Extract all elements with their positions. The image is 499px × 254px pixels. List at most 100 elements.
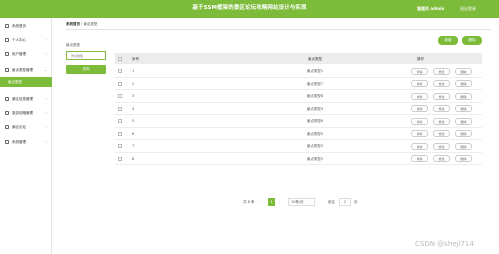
edit-button[interactable]: 修改: [433, 92, 450, 100]
sidebar-item-label: 景区论坛: [12, 125, 26, 129]
detail-button[interactable]: 详情: [411, 130, 428, 137]
logout-link[interactable]: 退出登录: [460, 6, 476, 12]
row-checkbox[interactable]: [118, 156, 122, 161]
row-checkbox[interactable]: [118, 106, 122, 111]
sidebar-item-scenic-info[interactable]: 景区信息管理 ›: [0, 93, 52, 105]
row-delete-button[interactable]: 删除: [455, 92, 472, 100]
row-delete-button[interactable]: 删除: [455, 67, 472, 75]
row-checkbox[interactable]: [118, 94, 122, 98]
table-row: 4 景点类型4 详情 修改 删除: [115, 103, 482, 115]
row-delete-button[interactable]: 删除: [455, 142, 472, 150]
chevron-right-icon: ›: [45, 110, 47, 115]
table-header: 序号 景点类型 操作: [115, 53, 482, 64]
watermark: CSDN @sheji714: [415, 240, 474, 248]
sidebar: 系统首页 个人中心 › 用户管理 › 景点类型管理 ⌄ 景点类型 景区信息管理 …: [0, 18, 52, 254]
delete-button[interactable]: 删除: [462, 36, 482, 45]
page-number-current[interactable]: 1: [268, 198, 275, 206]
prev-page-button[interactable]: ‹: [261, 198, 262, 206]
top-bar: 基于SSM框架的景区论坛攻略网站设计与实现 管理员 admin 退出登录: [0, 0, 499, 18]
detail-button[interactable]: 详情: [411, 155, 428, 162]
sidebar-item-profile[interactable]: 个人中心 ›: [0, 34, 52, 46]
cell-name: 景点类型4: [306, 106, 324, 111]
table-row: 6 景点类型5 详情 修改 删除: [115, 128, 482, 140]
edit-button[interactable]: 修改: [433, 67, 450, 75]
sidebar-item-scenic-type[interactable]: 景点类型管理 ⌄: [0, 64, 52, 76]
chevron-right-icon: ›: [45, 96, 47, 101]
sidebar-item-label: 旅游攻略管理: [12, 111, 33, 115]
cell-no: 3: [132, 94, 135, 98]
row-checkbox[interactable]: [118, 69, 122, 73]
cell-no: 5: [132, 119, 135, 123]
goto-page-input[interactable]: 1: [339, 198, 351, 206]
row-delete-button[interactable]: 删除: [455, 105, 472, 112]
edit-button[interactable]: 修改: [433, 142, 450, 150]
detail-button[interactable]: 详情: [411, 92, 428, 100]
breadcrumb-home[interactable]: 系统首页: [66, 22, 80, 26]
scenic-type-search-input[interactable]: [66, 51, 106, 60]
chevron-down-icon: ⌄: [44, 67, 47, 72]
edit-button[interactable]: 修改: [433, 105, 450, 112]
edit-button[interactable]: 修改: [433, 130, 450, 137]
sidebar-subitem-label: 景点类型: [8, 80, 22, 84]
cell-name: 景点类型2: [306, 156, 324, 161]
sidebar-item-guides[interactable]: 旅游攻略管理 ›: [0, 107, 52, 119]
header-op: 操作: [417, 57, 424, 61]
filter-label: 景点类型: [66, 43, 80, 47]
sidebar-item-label: 景点类型管理: [12, 68, 33, 72]
chevron-right-icon: ›: [45, 124, 47, 129]
sidebar-item-system[interactable]: 系统管理 ›: [0, 136, 52, 148]
sidebar-item-forum[interactable]: 景区论坛 ›: [0, 121, 52, 133]
row-delete-button[interactable]: 删除: [455, 155, 472, 162]
select-all-checkbox[interactable]: [118, 57, 122, 61]
users-icon: [5, 52, 9, 56]
row-checkbox[interactable]: [118, 81, 122, 86]
cell-no: 8: [132, 156, 135, 161]
row-checkbox[interactable]: [118, 119, 122, 123]
sidebar-item-label: 用户管理: [12, 52, 26, 56]
edit-button[interactable]: 修改: [433, 80, 450, 87]
row-delete-button[interactable]: 删除: [455, 130, 472, 137]
next-page-button[interactable]: ›: [279, 198, 280, 206]
main-content: 系统首页 / 景点类型 景点类型 查询 新增 删除 序号 景点类型 操作 1 景点…: [53, 18, 499, 254]
edit-button[interactable]: 修改: [433, 155, 450, 162]
row-delete-button[interactable]: 删除: [455, 80, 472, 87]
cell-name: 景点类型6: [306, 119, 324, 123]
edit-button[interactable]: 修改: [433, 117, 450, 125]
table-row: 8 景点类型2 详情 修改 删除: [115, 153, 482, 165]
sidebar-item-home[interactable]: 系统首页: [0, 20, 52, 32]
add-button[interactable]: 新增: [438, 36, 458, 45]
sidebar-item-label: 系统管理: [12, 140, 26, 144]
chevron-right-icon: ›: [45, 139, 47, 144]
cell-name: 景点类型3: [306, 144, 324, 148]
row-delete-button[interactable]: 删除: [455, 117, 472, 125]
home-icon: [5, 24, 9, 28]
detail-button[interactable]: 详情: [411, 105, 428, 112]
info-icon: [5, 97, 9, 101]
user-icon: [5, 38, 9, 42]
detail-button[interactable]: 详情: [411, 67, 428, 75]
current-user: 管理员 admin: [417, 6, 445, 11]
cell-no: 1: [132, 69, 135, 73]
header-name: 景点类型: [308, 57, 322, 61]
page-size-select[interactable]: 10条/页: [288, 198, 315, 206]
row-checkbox[interactable]: [118, 144, 122, 148]
header-no: 序号: [132, 57, 139, 61]
list-icon: [5, 68, 9, 72]
chevron-right-icon: ›: [45, 51, 47, 56]
cell-no: 6: [132, 131, 135, 136]
row-checkbox[interactable]: [118, 131, 122, 136]
cell-no: 4: [132, 106, 135, 111]
breadcrumb: 系统首页 / 景点类型: [66, 22, 97, 27]
table-row: 7 景点类型3 详情 修改 删除: [115, 140, 482, 153]
goto-label: 前往: [328, 200, 335, 204]
sidebar-item-users[interactable]: 用户管理 ›: [0, 48, 52, 60]
goto-suffix: 页: [354, 200, 358, 204]
sidebar-subitem-scenic-type[interactable]: 景点类型: [0, 77, 52, 87]
table-row: 3 景点类型8 详情 修改 删除: [115, 90, 482, 103]
sidebar-item-label: 景区信息管理: [12, 97, 33, 101]
search-button[interactable]: 查询: [66, 65, 106, 74]
detail-button[interactable]: 详情: [411, 142, 428, 150]
detail-button[interactable]: 详情: [411, 117, 428, 125]
table-row: 5 景点类型6 详情 修改 删除: [115, 115, 482, 128]
detail-button[interactable]: 详情: [411, 80, 428, 87]
